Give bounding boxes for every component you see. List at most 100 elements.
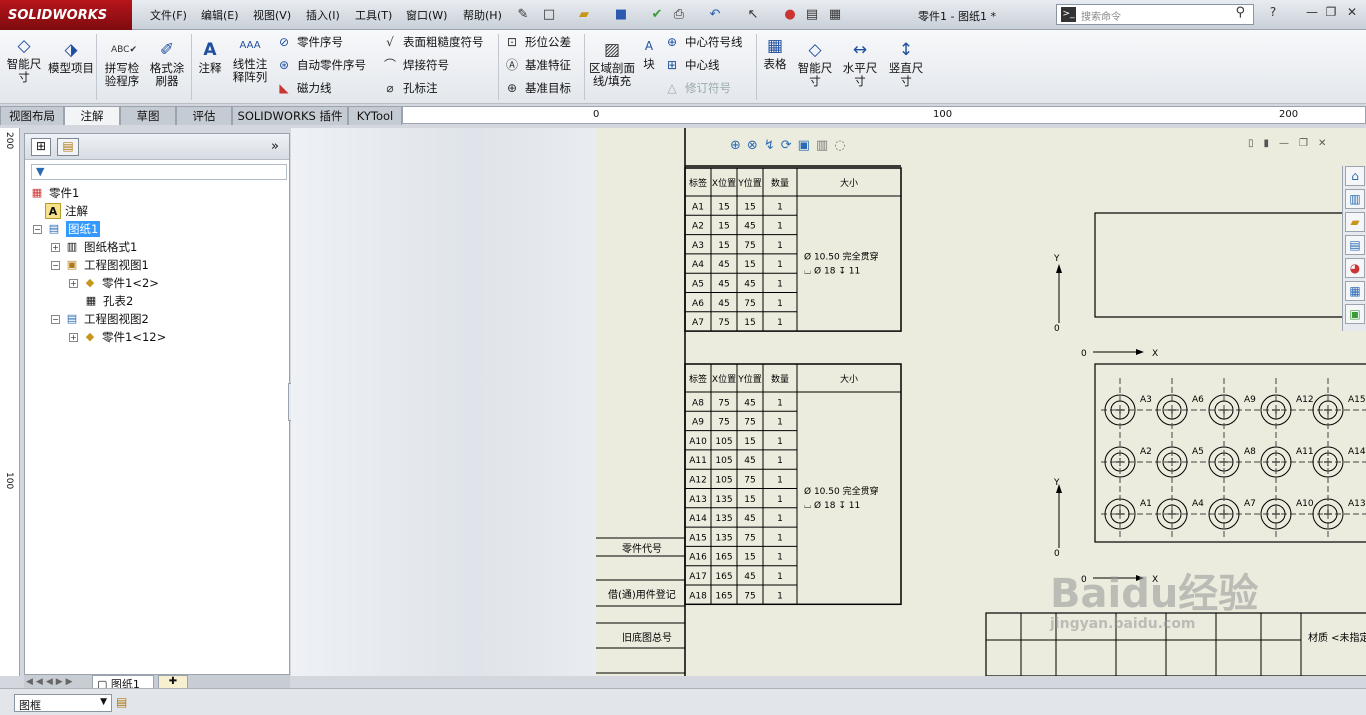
tab-sketch[interactable]: 草图 (120, 106, 176, 125)
menu-help[interactable]: 帮助(H) (463, 7, 502, 23)
split-view-icon[interactable]: ▯ (1248, 138, 1254, 154)
tab-view-layout[interactable]: 视图布局 (0, 106, 64, 125)
appearances-icon[interactable]: ◕ (1345, 258, 1365, 278)
minimize-icon[interactable]: — (1303, 5, 1321, 23)
tree-item-annotations[interactable]: A 注解 (45, 202, 88, 220)
revision-symbol-button[interactable]: △ 修订符号 (664, 80, 731, 96)
expand-icon[interactable]: + (51, 242, 60, 252)
design-library-icon[interactable]: ▥ (1345, 189, 1365, 209)
undo-icon[interactable]: ↶ (706, 6, 724, 24)
tree-item-sheet-format1[interactable]: + ▥ 图纸格式1 (51, 238, 137, 256)
linear-note-pattern-button[interactable]: AAA 线性注释阵列 (229, 36, 271, 84)
area-hatch-button[interactable]: ▨ 区域剖面线/填充 (588, 40, 636, 88)
hole-table-2[interactable]: A8 75 45 1 A9 75 75 1 A10 105 15 1 A11 105 45 1 A12 105 75… (684, 363, 902, 606)
tree-item-sheet1[interactable]: − ▤ 图纸1 (33, 220, 101, 238)
solidworks-logo[interactable]: SOLIDWORKS (0, 0, 132, 30)
menu-tools[interactable]: 工具(T) (355, 7, 392, 23)
graphics-background (291, 128, 596, 676)
file-explorer-icon[interactable]: ▰ (1345, 212, 1365, 232)
menu-insert[interactable]: 插入(I) (306, 7, 340, 23)
spell-check-button[interactable]: ABC✔ 拼写检验程序 (100, 40, 144, 88)
expand-panel-icon[interactable]: » (271, 139, 279, 154)
previous-view-icon[interactable]: ↯ (764, 138, 775, 153)
open-folder-icon[interactable]: ▰ (575, 6, 593, 24)
tab-kytool[interactable]: KYTool (348, 106, 402, 125)
expand-icon[interactable]: + (69, 332, 78, 342)
auto-balloon-button[interactable]: ⊛ 自动零件序号 (276, 57, 366, 73)
collapse-icon[interactable]: − (51, 314, 60, 324)
layer-properties-icon[interactable]: ▤ (116, 695, 127, 709)
print-icon[interactable]: ⎙ (670, 6, 688, 24)
note-button[interactable]: A 注释 (195, 40, 225, 75)
part-icon: ◆ (85, 330, 95, 343)
hole-callout-button[interactable]: ⌀ 孔标注 (382, 80, 437, 96)
centerline-button[interactable]: ⊞ 中心线 (664, 57, 720, 73)
rebuild-view-icon[interactable]: ⟳ (781, 138, 792, 153)
filter-input[interactable]: ▼ (31, 164, 287, 180)
tree-item-part1[interactable]: ▦ 零件1 (29, 184, 80, 202)
save-icon[interactable]: ■ (612, 6, 630, 24)
feature-manager-tab-icon[interactable]: ⊞ (31, 138, 51, 156)
section-view-icon[interactable]: ▣ (798, 138, 810, 153)
tree-item-part1-2[interactable]: + ◆ 零件1<2> (69, 274, 159, 292)
display-style-icon[interactable]: ▥ (816, 138, 828, 153)
menu-view[interactable]: 视图(V) (253, 7, 291, 23)
split-view-2-icon[interactable]: ▮ (1264, 138, 1270, 154)
magnetic-line-button[interactable]: ◣ 磁力线 (276, 80, 331, 96)
balloon-button[interactable]: ⊘ 零件序号 (276, 34, 343, 50)
layer-dropdown[interactable]: 图框 ▼ (14, 694, 112, 712)
gtol-button[interactable]: ⊡ 形位公差 (504, 34, 571, 50)
tree-item-drawing-view1[interactable]: − ▣ 工程图视图1 (51, 256, 149, 274)
weld-symbol-button[interactable]: ⌒ 焊接符号 (382, 57, 449, 73)
datum-feature-button[interactable]: Ⓐ 基准特征 (504, 57, 571, 73)
options-icon[interactable]: ▦ (826, 6, 844, 24)
expand-icon[interactable]: + (69, 278, 78, 288)
property-manager-tab-icon[interactable]: ▤ (57, 138, 79, 156)
forum-icon[interactable]: ▣ (1345, 304, 1365, 324)
pin-icon[interactable]: ✎ (514, 6, 532, 24)
menu-edit[interactable]: 编辑(E) (201, 7, 239, 23)
tree-item-hole-table2[interactable]: ▦ 孔表2 (83, 292, 134, 310)
smart-dimension-button[interactable]: ◇ 智能尺寸 (4, 36, 44, 84)
search-input[interactable]: >_ 搜索命令 ⚲ (1056, 4, 1254, 25)
view-palette-icon[interactable]: ▤ (1345, 235, 1365, 255)
format-painter-button[interactable]: ✐ 格式涂刷器 (146, 40, 188, 88)
model-items-button[interactable]: ⬗ 模型项目 (48, 40, 94, 75)
collapse-icon[interactable]: − (51, 260, 60, 270)
hide-show-icon[interactable]: ◌ (834, 138, 845, 153)
search-icon[interactable]: ⚲ (1235, 5, 1245, 20)
block-button[interactable]: A 块 (638, 36, 660, 71)
select-pointer-icon[interactable]: ↖ (744, 6, 762, 24)
home-icon[interactable]: ⌂ (1345, 166, 1365, 186)
new-document-icon[interactable]: □ (540, 6, 558, 24)
tab-annotation[interactable]: 注解 (64, 106, 120, 125)
custom-properties-icon[interactable]: ▦ (1345, 281, 1365, 301)
vertical-dimension-button[interactable]: ↕ 竖直尺寸 (886, 40, 926, 88)
menu-file[interactable]: 文件(F) (150, 7, 187, 23)
tree-item-drawing-view2[interactable]: − ▤ 工程图视图2 (51, 310, 149, 328)
tab-addins[interactable]: SOLIDWORKS 插件 (232, 106, 348, 125)
restore-icon[interactable]: ❐ (1322, 5, 1340, 23)
viewport-minimize-icon[interactable]: — (1279, 138, 1289, 154)
help-icon[interactable]: ? (1264, 5, 1282, 23)
file-properties-icon[interactable]: ▤ (803, 6, 821, 24)
tree-item-part1-12[interactable]: + ◆ 零件1<12> (69, 328, 166, 346)
close-icon[interactable]: ✕ (1343, 5, 1361, 23)
surface-finish-button[interactable]: √ 表面粗糙度符号 (382, 34, 483, 50)
sheet-nav-arrows-icon[interactable]: ◀◀◀▶▶ (26, 677, 76, 687)
rebuild-icon[interactable]: ✔ (648, 6, 666, 24)
hole-table-1[interactable]: A1 15 15 1 A2 15 45 1 A3 15 75 1 A4 45 15 1 A5 45 45 1 A6 45 7… (684, 167, 902, 332)
datum-target-button[interactable]: ⊕ 基准目标 (504, 80, 571, 96)
menu-window[interactable]: 窗口(W) (406, 7, 447, 23)
zoom-to-area-icon[interactable]: ⊗ (747, 138, 758, 153)
centermark-button[interactable]: ⊕ 中心符号线 (664, 34, 743, 50)
smart-dimension-2-button[interactable]: ◇ 智能尺寸 (795, 40, 835, 88)
tables-button[interactable]: ▦ 表格 (760, 36, 790, 71)
traffic-light-icon[interactable]: ● (781, 6, 799, 24)
viewport-close-icon[interactable]: ✕ (1318, 138, 1326, 154)
collapse-icon[interactable]: − (33, 224, 42, 234)
horizontal-dimension-button[interactable]: ↔ 水平尺寸 (840, 40, 880, 88)
zoom-to-fit-icon[interactable]: ⊕ (730, 138, 741, 153)
tab-evaluate[interactable]: 评估 (176, 106, 232, 125)
viewport-restore-icon[interactable]: ❐ (1299, 138, 1308, 154)
